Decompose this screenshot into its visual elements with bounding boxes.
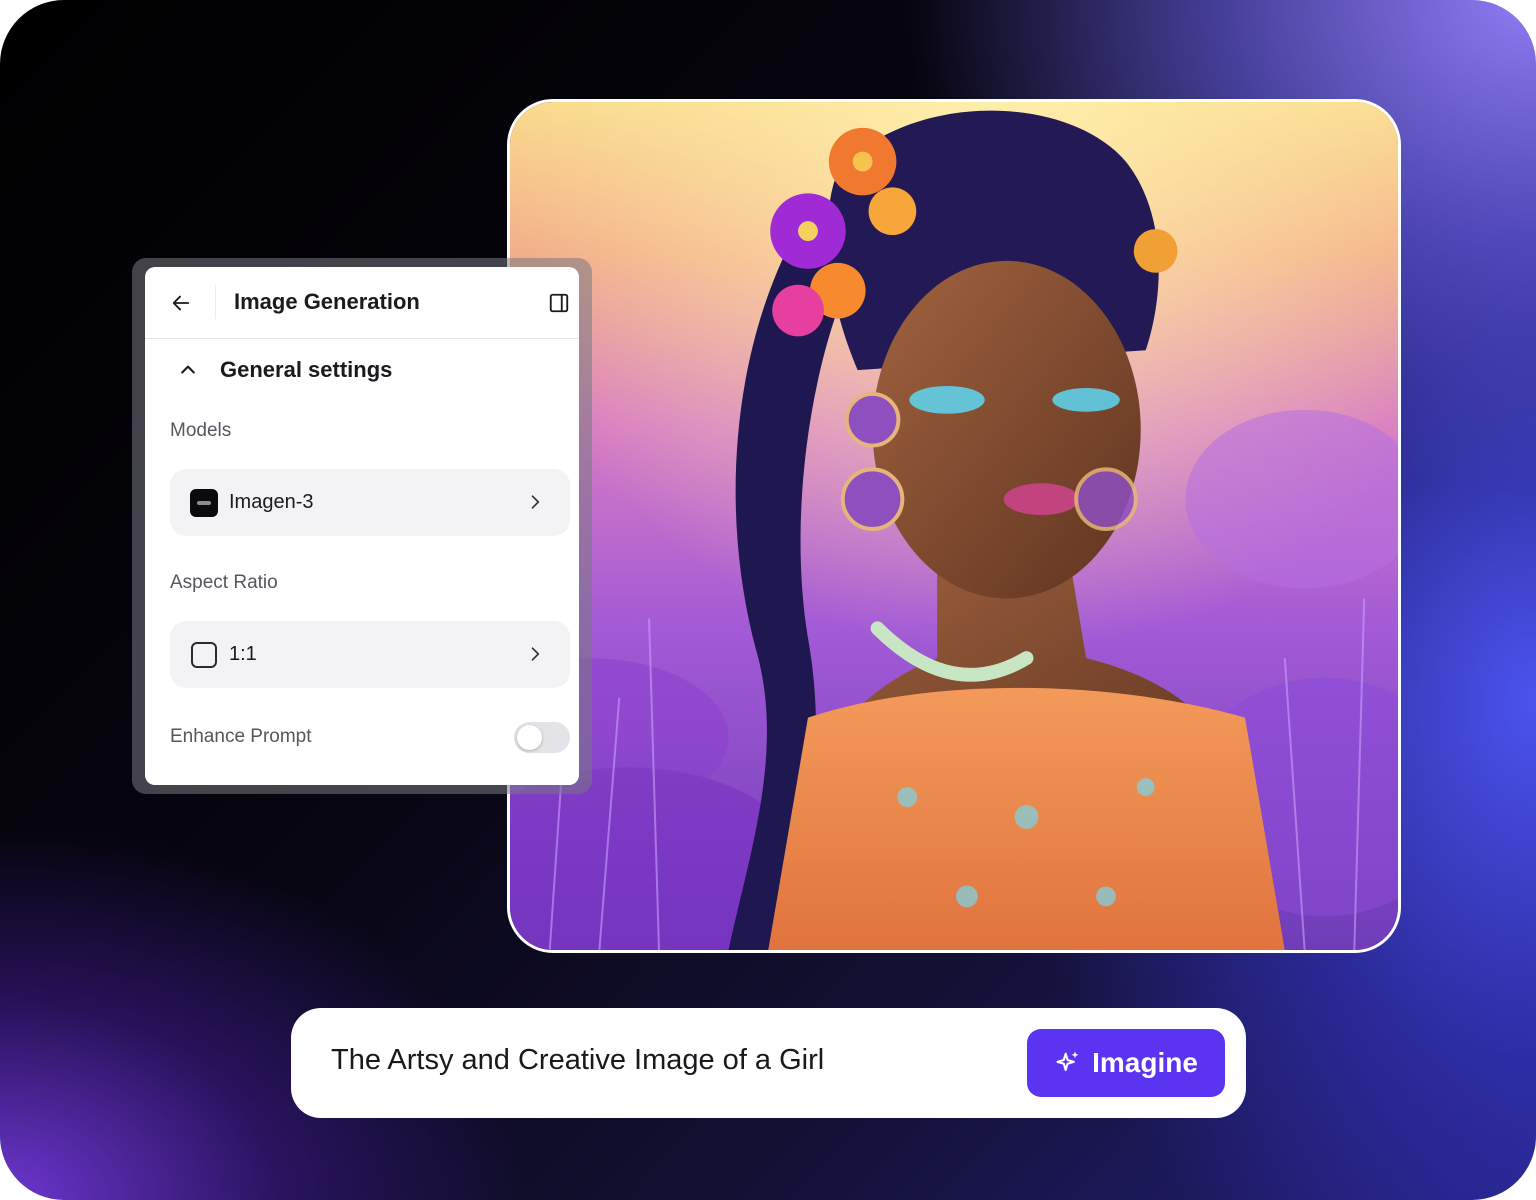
chevron-up-icon [181, 365, 195, 374]
aspect-ratio-label: Aspect Ratio [170, 572, 278, 593]
model-select[interactable]: Imagen-3 [170, 469, 570, 536]
header-divider [215, 285, 216, 319]
panel-title: Image Generation [234, 289, 420, 314]
toggle-knob [517, 725, 542, 750]
chevron-right-icon [522, 641, 548, 667]
square-ratio-icon [189, 640, 219, 670]
chevron-right-icon [522, 489, 548, 515]
sidebar-toggle-icon [549, 293, 569, 313]
imagine-button[interactable]: Imagine [1027, 1029, 1225, 1097]
background-stage: Image Generation General settings Models… [0, 0, 1536, 1200]
sparkle-icon [1056, 1051, 1079, 1072]
generated-image [507, 99, 1401, 953]
model-logo [189, 488, 219, 518]
prompt-input[interactable]: The Artsy and Creative Image of a Girl [331, 1044, 824, 1077]
enhance-prompt-toggle[interactable] [514, 722, 570, 753]
panel-header: Image Generation [145, 267, 579, 339]
arrow-left-icon [172, 295, 190, 311]
general-settings-toggle[interactable]: General settings [178, 357, 392, 383]
section-title: General settings [220, 357, 393, 382]
artwork-illustration [510, 102, 1398, 950]
aspect-ratio-value: 1:1 [229, 643, 257, 665]
imagine-button-label: Imagine [1092, 1047, 1198, 1078]
models-label: Models [170, 420, 232, 441]
back-button[interactable] [167, 289, 195, 317]
model-value: Imagen-3 [229, 491, 314, 513]
prompt-bar: The Artsy and Creative Image of a Girl I… [291, 1008, 1246, 1118]
image-generation-panel: Image Generation General settings Models… [145, 267, 579, 785]
enhance-prompt-label: Enhance Prompt [170, 726, 312, 747]
sidebar-toggle-button[interactable] [545, 289, 573, 317]
aspect-ratio-select[interactable]: 1:1 [170, 621, 570, 688]
